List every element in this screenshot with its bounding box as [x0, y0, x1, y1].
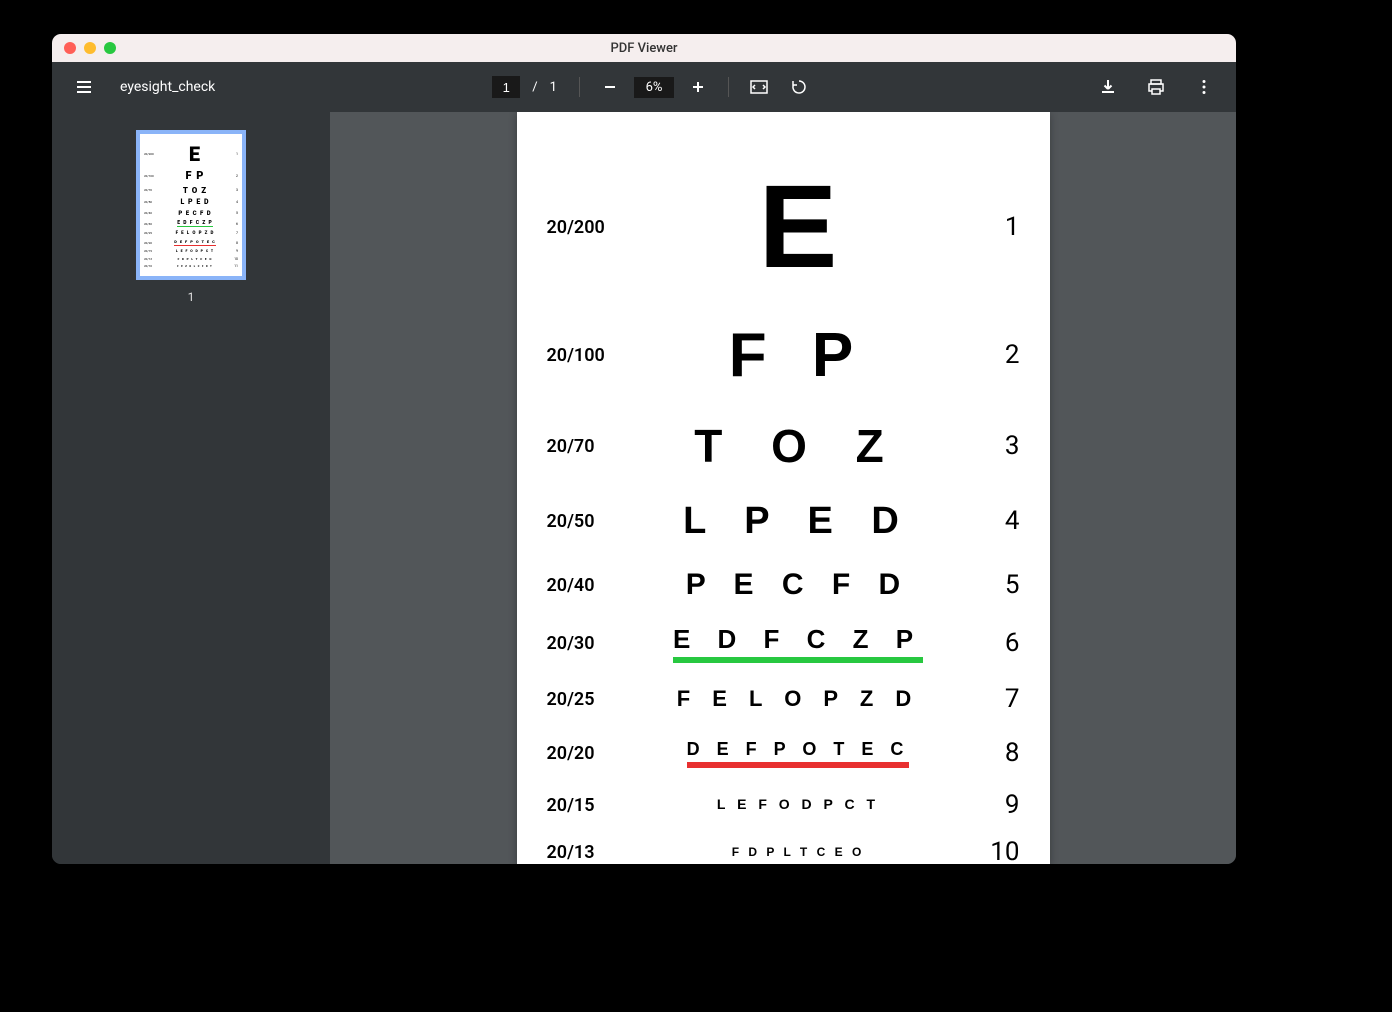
visual-acuity-ratio: 20/50 [547, 511, 627, 532]
visual-acuity-ratio: 20/70 [547, 436, 627, 457]
line-number: 10 [970, 837, 1020, 864]
print-button[interactable] [1140, 71, 1172, 103]
content-area: 20/200E120/100F P220/70T O Z320/50L P E … [52, 112, 1236, 864]
eye-chart-letters: F E L O P Z D [627, 686, 970, 712]
download-button[interactable] [1092, 71, 1124, 103]
line-number: 6 [970, 628, 1020, 658]
line-number: 3 [970, 431, 1020, 461]
zoom-out-button[interactable] [594, 71, 626, 103]
toolbar-right [1092, 71, 1220, 103]
pdf-page: 20/200E1 20/100F P2 20/70T O Z3 20/50L P E … [517, 112, 1050, 864]
page-number-input[interactable] [492, 76, 520, 98]
eye-chart-row-3: 20/70T O Z3 [547, 413, 1020, 479]
eye-chart-row-8: 20/20D E F P O T E C8 [547, 733, 1020, 773]
visual-acuity-ratio: 20/25 [547, 689, 627, 710]
line-number: 9 [970, 790, 1020, 820]
line-number: 2 [970, 340, 1020, 370]
page-viewer[interactable]: 20/200E1 20/100F P2 20/70T O Z3 20/50L P E … [330, 112, 1236, 864]
fit-page-button[interactable] [743, 71, 775, 103]
traffic-lights [64, 42, 116, 54]
visual-acuity-ratio: 20/13 [547, 842, 627, 863]
app-window: PDF Viewer eyesight_check / 1 6% [52, 34, 1236, 864]
zoom-level[interactable]: 6% [634, 77, 674, 98]
eye-chart-letters: P E C F D [627, 568, 970, 602]
line-number: 7 [970, 684, 1020, 714]
eye-chart-row-2: 20/100F P2 [547, 311, 1020, 399]
toolbar: eyesight_check / 1 6% [52, 62, 1236, 112]
eye-chart-letters: E [627, 159, 970, 295]
eye-chart-letters: L P E D [627, 500, 970, 543]
visual-acuity-ratio: 20/20 [547, 743, 627, 764]
eye-chart-letters: D E F P O T E C [627, 739, 970, 768]
page-separator: / [528, 80, 541, 95]
thumbnail-page-1[interactable]: 20/200E120/100F P220/70T O Z320/50L P E … [136, 130, 246, 304]
zoom-in-button[interactable] [682, 71, 714, 103]
fit-icon [750, 78, 768, 96]
eye-chart-letters: T O Z [627, 419, 970, 473]
eye-chart-row-10: 20/13F D P L T C E O10 [547, 837, 1020, 864]
eye-chart-letters: F P [627, 320, 970, 391]
visual-acuity-ratio: 20/30 [547, 633, 627, 654]
divider [728, 77, 729, 97]
eye-chart: 20/200E1 20/100F P2 20/70T O Z3 20/50L P E … [547, 157, 1020, 864]
eye-chart-row-1: 20/200E1 [547, 157, 1020, 297]
thumbnail-image: 20/200E120/100F P220/70T O Z320/50L P E … [136, 130, 246, 280]
visual-acuity-ratio: 20/40 [547, 575, 627, 596]
line-number: 8 [970, 738, 1020, 768]
more-vertical-icon [1195, 78, 1213, 96]
close-window-button[interactable] [64, 42, 76, 54]
visual-acuity-ratio: 20/15 [547, 795, 627, 816]
eye-chart-row-7: 20/25F E L O P Z D7 [547, 679, 1020, 719]
more-button[interactable] [1188, 71, 1220, 103]
minus-icon [602, 79, 618, 95]
thumbnail-sidebar: 20/200E120/100F P220/70T O Z320/50L P E … [52, 112, 330, 864]
download-icon [1099, 78, 1117, 96]
rotate-button[interactable] [783, 71, 815, 103]
thumbnail-content: 20/200E120/100F P220/70T O Z320/50L P E … [144, 140, 238, 270]
line-number: 4 [970, 506, 1020, 536]
window-title: PDF Viewer [52, 41, 1236, 56]
hamburger-icon [75, 78, 93, 96]
visual-acuity-ratio: 20/100 [547, 345, 627, 366]
line-number: 5 [970, 570, 1020, 600]
document-title: eyesight_check [120, 79, 215, 95]
menu-button[interactable] [68, 71, 100, 103]
divider [579, 77, 580, 97]
maximize-window-button[interactable] [104, 42, 116, 54]
plus-icon [690, 79, 706, 95]
print-icon [1147, 78, 1165, 96]
line-number: 1 [970, 212, 1020, 242]
visual-acuity-ratio: 20/200 [547, 217, 627, 238]
eye-chart-letters: F D P L T C E O [627, 843, 970, 861]
thumbnail-page-number: 1 [188, 290, 195, 304]
eye-chart-row-9: 20/15L E F O D P C T9 [547, 787, 1020, 823]
eye-chart-letters: E D F C Z P [627, 624, 970, 663]
eye-chart-row-6: 20/30E D F C Z P6 [547, 621, 1020, 665]
titlebar: PDF Viewer [52, 34, 1236, 62]
rotate-icon [790, 78, 808, 96]
toolbar-center: / 1 6% [215, 71, 1092, 103]
eye-chart-row-4: 20/50L P E D4 [547, 493, 1020, 549]
toolbar-left: eyesight_check [68, 71, 215, 103]
minimize-window-button[interactable] [84, 42, 96, 54]
page-total: 1 [550, 80, 565, 95]
eye-chart-letters: L E F O D P C T [627, 796, 970, 814]
eye-chart-row-5: 20/40P E C F D5 [547, 563, 1020, 607]
